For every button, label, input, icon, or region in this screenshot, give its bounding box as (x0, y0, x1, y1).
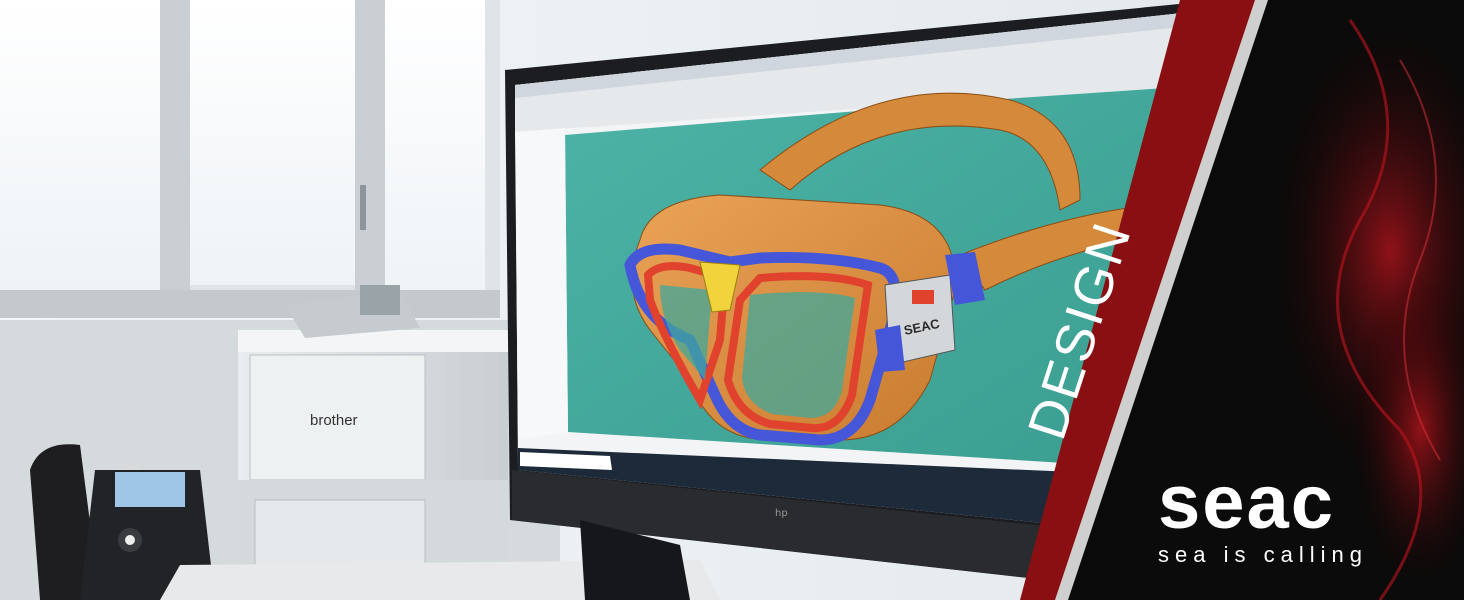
brand-tagline: sea is calling (1158, 542, 1368, 567)
printer: brother (238, 285, 508, 600)
phone-brand: Fanvil (118, 463, 140, 472)
brand-logo[interactable]: seac sea is calling (1158, 460, 1438, 578)
printer-brand: brother (310, 412, 358, 429)
cad-model-tree[interactable] (515, 128, 568, 440)
monitor-brand: hp (775, 508, 788, 519)
window (0, 0, 500, 318)
banner-scene: brother Fanvil hp SEAC DESIGN seac sea i… (0, 0, 1464, 600)
brand-name: seac (1158, 460, 1336, 545)
